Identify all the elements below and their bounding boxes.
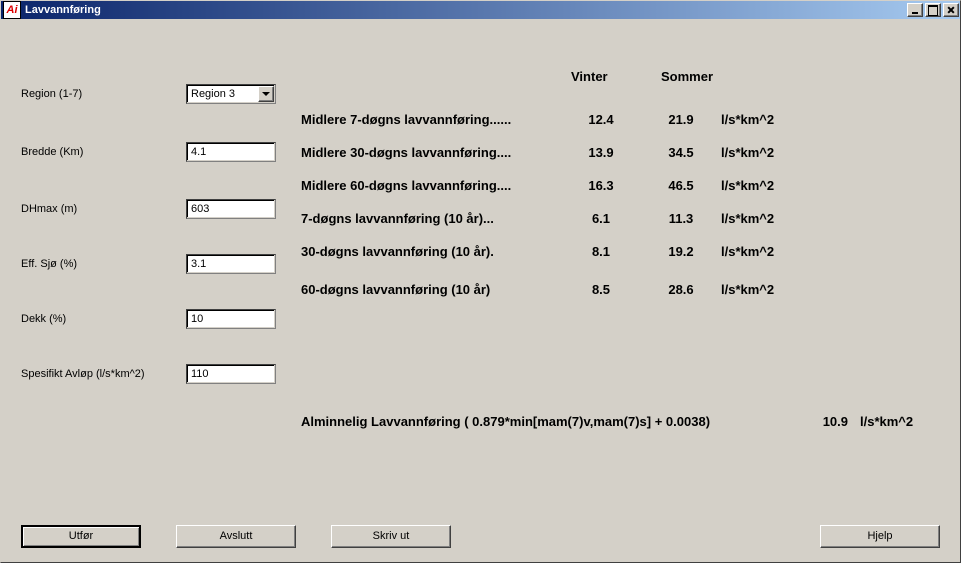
label-effsjo: Eff. Sjø (%) <box>21 258 186 270</box>
minimize-button[interactable] <box>907 3 923 17</box>
avslutt-button[interactable]: Avslutt <box>176 525 296 548</box>
row-midlere-7: Midlere 7-døgns lavvannføring...... 12.4… <box>301 109 940 129</box>
row-vinter: 8.5 <box>561 282 641 297</box>
row-label: 60-døgns lavvannføring (10 år) <box>301 282 561 297</box>
row-vinter: 16.3 <box>561 178 641 193</box>
row-30-10ar: 30-døgns lavvannføring (10 år). 8.1 19.2… <box>301 241 940 261</box>
client-area: Region (1-7) Region 3 Bredde (Km) 4.1 DH… <box>1 19 960 562</box>
formula-value: 10.9 <box>788 414 860 429</box>
region-select[interactable]: Region 3 <box>186 84 276 104</box>
row-vinter: 12.4 <box>561 112 641 127</box>
row-label: Midlere 60-døgns lavvannføring.... <box>301 178 561 193</box>
label-dekk: Dekk (%) <box>21 313 186 325</box>
region-select-value: Region 3 <box>191 88 235 100</box>
effsjo-input[interactable]: 3.1 <box>186 254 276 274</box>
row-unit: l/s*km^2 <box>721 282 801 297</box>
dhmax-input[interactable]: 603 <box>186 199 276 219</box>
utfor-button[interactable]: Utfør <box>21 525 141 548</box>
row-vinter: 8.1 <box>561 244 641 259</box>
label-spesifikt: Spesifikt Avløp (l/s*km^2) <box>21 368 186 380</box>
row-label: Midlere 7-døgns lavvannføring...... <box>301 112 561 127</box>
skrivut-button[interactable]: Skriv ut <box>331 525 451 548</box>
row-unit: l/s*km^2 <box>721 211 801 226</box>
header-vinter: Vinter <box>571 69 608 84</box>
row-label: Midlere 30-døgns lavvannføring.... <box>301 145 561 160</box>
effsjo-input-value: 3.1 <box>191 258 206 270</box>
row-unit: l/s*km^2 <box>721 112 801 127</box>
bredde-input[interactable]: 4.1 <box>186 142 276 162</box>
row-60-10ar: 60-døgns lavvannføring (10 år) 8.5 28.6 … <box>301 279 940 299</box>
dekk-input-value: 10 <box>191 313 203 325</box>
dhmax-input-value: 603 <box>191 203 209 215</box>
row-sommer: 46.5 <box>641 178 721 193</box>
maximize-button[interactable] <box>925 3 941 17</box>
row-midlere-60: Midlere 60-døgns lavvannføring.... 16.3 … <box>301 175 940 195</box>
row-vinter: 6.1 <box>561 211 641 226</box>
spesifikt-input-value: 110 <box>191 368 209 380</box>
close-button[interactable] <box>943 3 959 17</box>
chevron-down-icon[interactable] <box>258 86 274 102</box>
bredde-input-value: 4.1 <box>191 146 206 158</box>
row-unit: l/s*km^2 <box>721 244 801 259</box>
label-dhmax: DHmax (m) <box>21 203 186 215</box>
row-sommer: 19.2 <box>641 244 721 259</box>
label-region: Region (1-7) <box>21 88 186 100</box>
row-unit: l/s*km^2 <box>721 178 801 193</box>
row-label: 30-døgns lavvannføring (10 år). <box>301 244 561 259</box>
hjelp-button[interactable]: Hjelp <box>820 525 940 548</box>
row-7-10ar: 7-døgns lavvannføring (10 år)... 6.1 11.… <box>301 208 940 228</box>
label-bredde: Bredde (Km) <box>21 146 186 158</box>
row-sommer: 21.9 <box>641 112 721 127</box>
row-vinter: 13.9 <box>561 145 641 160</box>
spesifikt-input[interactable]: 110 <box>186 364 276 384</box>
app-window: Ai Lavvannføring Region (1-7) Region 3 B… <box>0 0 961 563</box>
row-sommer: 34.5 <box>641 145 721 160</box>
titlebar: Ai Lavvannføring <box>1 1 960 19</box>
row-midlere-30: Midlere 30-døgns lavvannføring.... 13.9 … <box>301 142 940 162</box>
row-unit: l/s*km^2 <box>721 145 801 160</box>
formula-row: Alminnelig Lavvannføring ( 0.879*min[mam… <box>301 414 940 429</box>
app-icon: Ai <box>3 1 21 19</box>
formula-unit: l/s*km^2 <box>860 414 940 429</box>
row-label: 7-døgns lavvannføring (10 år)... <box>301 211 561 226</box>
formula-label: Alminnelig Lavvannføring ( 0.879*min[mam… <box>301 414 710 429</box>
dekk-input[interactable]: 10 <box>186 309 276 329</box>
row-sommer: 11.3 <box>641 211 721 226</box>
header-sommer: Sommer <box>661 69 713 84</box>
window-title: Lavvannføring <box>25 4 101 16</box>
row-sommer: 28.6 <box>641 282 721 297</box>
